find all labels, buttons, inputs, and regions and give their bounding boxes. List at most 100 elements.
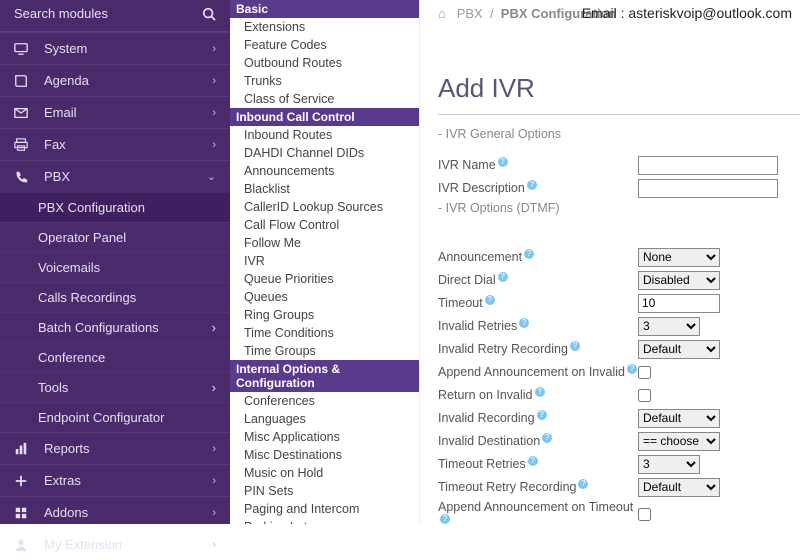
nav-extras[interactable]: Extras›	[0, 464, 230, 496]
module-pin-sets[interactable]: PIN Sets	[230, 482, 419, 500]
module-feature-codes[interactable]: Feature Codes	[230, 36, 419, 54]
nav-reports[interactable]: Reports›	[0, 432, 230, 464]
nav-fax[interactable]: Fax›	[0, 128, 230, 160]
sidebar: System›Agenda›Email›Fax›PBX⌄PBX Configur…	[0, 0, 230, 524]
help-icon[interactable]: ?	[537, 410, 547, 420]
nav-system[interactable]: System›	[0, 32, 230, 64]
help-icon[interactable]: ?	[535, 387, 545, 397]
to-retry-rec-select[interactable]: Default	[638, 478, 720, 497]
module-time-groups[interactable]: Time Groups	[230, 342, 419, 360]
module-outbound-routes[interactable]: Outbound Routes	[230, 54, 419, 72]
inv-rec-select[interactable]: Default	[638, 409, 720, 428]
search-row	[0, 0, 230, 32]
subnav-label: Conference	[38, 350, 216, 365]
search-input[interactable]	[14, 6, 202, 21]
module-call-flow-control[interactable]: Call Flow Control	[230, 216, 419, 234]
module-music-on-hold[interactable]: Music on Hold	[230, 464, 419, 482]
label-to-retry-rec: Timeout Retry Recording	[438, 481, 576, 495]
label-ivr-desc: IVR Description	[438, 182, 525, 196]
help-icon[interactable]: ?	[485, 295, 495, 305]
module-callerid-lookup-sources[interactable]: CallerID Lookup Sources	[230, 198, 419, 216]
help-icon[interactable]: ?	[542, 433, 552, 443]
help-icon[interactable]: ?	[498, 157, 508, 167]
module-follow-me[interactable]: Follow Me	[230, 234, 419, 252]
nav-label: My Extension	[44, 537, 212, 552]
nav-addons[interactable]: Addons›	[0, 496, 230, 528]
label-inv-retry-rec: Invalid Retry Recording	[438, 343, 568, 357]
subnav-calls-recordings[interactable]: Calls Recordings	[0, 282, 230, 312]
direct-dial-select[interactable]: Disabled	[638, 271, 720, 290]
nav-label: Fax	[44, 137, 212, 152]
module-time-conditions[interactable]: Time Conditions	[230, 324, 419, 342]
inv-retries-select[interactable]: 3	[638, 317, 700, 336]
announcement-select[interactable]: None	[638, 248, 720, 267]
app-inv-checkbox[interactable]	[638, 366, 651, 379]
app-to-checkbox[interactable]	[638, 508, 651, 521]
inv-retry-rec-select[interactable]: Default	[638, 340, 720, 359]
subnav-voicemails[interactable]: Voicemails	[0, 252, 230, 282]
module-queue-priorities[interactable]: Queue Priorities	[230, 270, 419, 288]
label-ivr-name: IVR Name	[438, 159, 496, 173]
timeout-input[interactable]	[638, 294, 720, 313]
to-retries-select[interactable]: 3	[638, 455, 700, 474]
subnav-operator-panel[interactable]: Operator Panel	[0, 222, 230, 252]
help-icon[interactable]: ?	[570, 341, 580, 351]
chevron-right-icon: ›	[212, 380, 216, 395]
help-icon[interactable]: ?	[519, 318, 529, 328]
module-class-of-service[interactable]: Class of Service	[230, 90, 419, 108]
module-extensions[interactable]: Extensions	[230, 18, 419, 36]
module-ring-groups[interactable]: Ring Groups	[230, 306, 419, 324]
module-paging-and-intercom[interactable]: Paging and Intercom	[230, 500, 419, 518]
nav-my-extension[interactable]: My Extension›	[0, 528, 230, 560]
module-queues[interactable]: Queues	[230, 288, 419, 306]
subnav-tools[interactable]: Tools›	[0, 372, 230, 402]
subnav-endpoint-configurator[interactable]: Endpoint Configurator	[0, 402, 230, 432]
module-blacklist[interactable]: Blacklist	[230, 180, 419, 198]
label-to-retries: Timeout Retries	[438, 458, 526, 472]
subnav-label: Voicemails	[38, 260, 216, 275]
envelope-icon	[14, 106, 34, 120]
subnav-batch-configurations[interactable]: Batch Configurations›	[0, 312, 230, 342]
help-icon[interactable]: ?	[524, 249, 534, 259]
group-header: Inbound Call Control	[230, 108, 419, 126]
label-app-inv: Append Announcement on Invalid	[438, 366, 625, 380]
nav-email[interactable]: Email›	[0, 96, 230, 128]
help-icon[interactable]: ?	[440, 514, 450, 524]
user-icon	[14, 538, 34, 552]
chevron-right-icon: ›	[212, 139, 216, 151]
module-conferences[interactable]: Conferences	[230, 392, 419, 410]
email-label: Email : asteriskvoip@outlook.com	[582, 5, 792, 21]
module-trunks[interactable]: Trunks	[230, 72, 419, 90]
subnav-conference[interactable]: Conference	[0, 342, 230, 372]
help-icon[interactable]: ?	[527, 180, 537, 190]
nav-agenda[interactable]: Agenda›	[0, 64, 230, 96]
chart-icon	[14, 442, 34, 456]
module-ivr[interactable]: IVR	[230, 252, 419, 270]
nav-pbx[interactable]: PBX⌄	[0, 160, 230, 192]
plus-icon	[14, 474, 34, 488]
help-icon[interactable]: ?	[498, 272, 508, 282]
group-header: Internal Options & Configuration	[230, 360, 419, 392]
search-icon[interactable]	[202, 7, 216, 21]
ivr-desc-input[interactable]	[638, 179, 778, 198]
inv-dest-select[interactable]: == choose one ==	[638, 432, 720, 451]
help-icon[interactable]: ?	[528, 456, 538, 466]
chevron-right-icon: ›	[212, 443, 216, 455]
module-parking-lot[interactable]: Parking Lot	[230, 518, 419, 524]
home-icon[interactable]: ⌂	[438, 6, 446, 21]
chevron-right-icon: ›	[212, 475, 216, 487]
module-languages[interactable]: Languages	[230, 410, 419, 428]
help-icon[interactable]: ?	[578, 479, 588, 489]
breadcrumb-pbx[interactable]: PBX	[457, 6, 483, 21]
nav-label: Agenda	[44, 73, 212, 88]
module-misc-applications[interactable]: Misc Applications	[230, 428, 419, 446]
label-ret-inv: Return on Invalid	[438, 389, 533, 403]
subnav-pbx-configuration[interactable]: PBX Configuration	[0, 192, 230, 222]
module-announcements[interactable]: Announcements	[230, 162, 419, 180]
ret-inv-checkbox[interactable]	[638, 389, 651, 402]
module-inbound-routes[interactable]: Inbound Routes	[230, 126, 419, 144]
module-dahdi-channel-dids[interactable]: DAHDI Channel DIDs	[230, 144, 419, 162]
ivr-name-input[interactable]	[638, 156, 778, 175]
help-icon[interactable]: ?	[627, 364, 637, 374]
module-misc-destinations[interactable]: Misc Destinations	[230, 446, 419, 464]
